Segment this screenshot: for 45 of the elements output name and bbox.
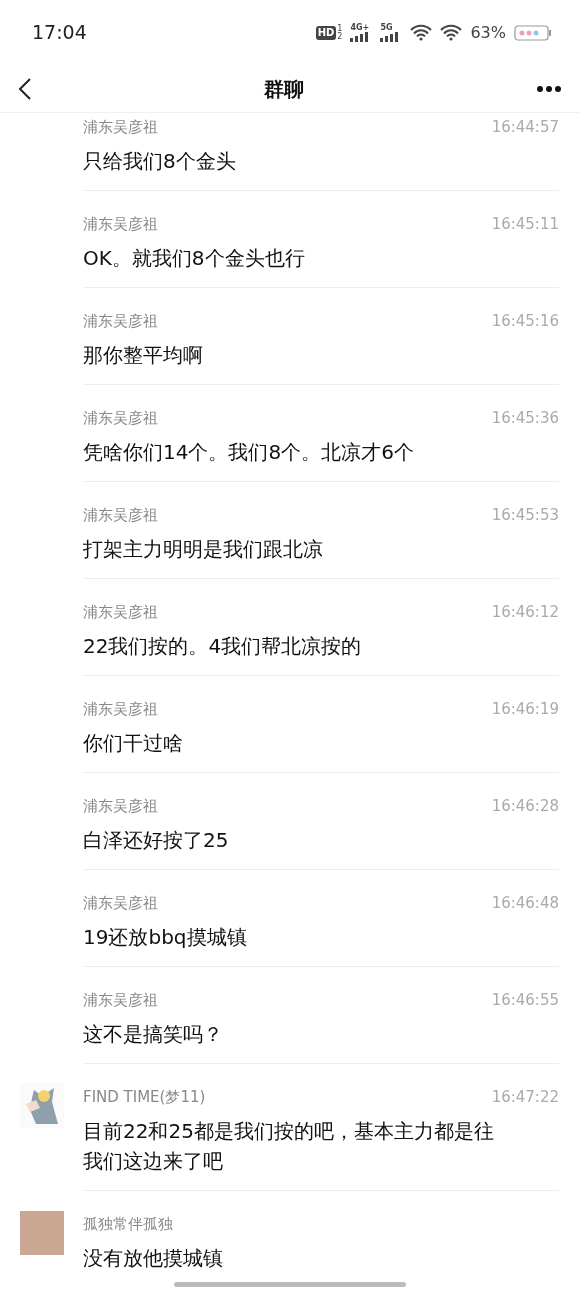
message-time: 16:45:11	[491, 213, 559, 235]
sender-name: 浦东吴彦祖	[83, 892, 158, 914]
message-text: 这不是搞笑吗？	[83, 1021, 224, 1048]
message-text: 只给我们8个金头	[83, 148, 237, 175]
sender-name: 浦东吴彦祖	[83, 795, 158, 817]
message-time: 16:46:55	[491, 989, 559, 1011]
sender-name: 浦东吴彦祖	[83, 698, 158, 720]
message-text: 打架主力明明是我们跟北凉	[83, 536, 324, 563]
back-icon[interactable]	[18, 76, 32, 101]
message-time: 16:46:19	[491, 698, 559, 720]
sender-name: FIND TIME(梦11)	[83, 1086, 206, 1108]
cellular-signal: 4G+	[350, 23, 373, 42]
message-text: 那你整平均啊	[83, 342, 204, 369]
cellular-signal: 5G	[380, 23, 403, 42]
message-text: OK。就我们8个金头也行	[83, 245, 306, 272]
wifi-icon	[440, 24, 463, 41]
message-time: 16:44:57	[491, 116, 559, 138]
message-time: 16:47:22	[491, 1086, 559, 1108]
sender-name: 浦东吴彦祖	[83, 116, 158, 138]
message-text: 白泽还好按了25	[83, 827, 230, 854]
message-time: 16:46:28	[491, 795, 559, 817]
status-time: 17:04	[32, 20, 87, 46]
message-time: 16:45:36	[491, 407, 559, 429]
sender-name: 浦东吴彦祖	[83, 213, 158, 235]
message-text: 你们干过啥	[83, 730, 184, 757]
sender-name: 孤独常伴孤独	[83, 1213, 173, 1235]
message-time: 16:46:48	[491, 892, 559, 914]
sender-name: 浦东吴彦祖	[83, 407, 158, 429]
sender-name: 浦东吴彦祖	[83, 989, 158, 1011]
chat-title: 群聊	[264, 75, 304, 103]
sender-name: 浦东吴彦祖	[83, 310, 158, 332]
message-text: 凭啥你们14个。我们8个。北凉才6个	[83, 439, 415, 466]
wifi-icon	[410, 24, 433, 41]
more-icon[interactable]	[536, 84, 562, 93]
message-text: 19还放bbq摸城镇	[83, 924, 248, 951]
message-time: 16:45:16	[491, 310, 559, 332]
message-time: 16:45:53	[491, 504, 559, 526]
message-time: 16:46:12	[491, 601, 559, 623]
message-text: 目前22和25都是我们按的吧，基本主力都是往我们这边来了吧	[83, 1118, 495, 1175]
sender-name: 浦东吴彦祖	[83, 601, 158, 623]
message-text: 没有放他摸城镇	[83, 1245, 224, 1272]
message-text: 22我们按的。4我们帮北凉按的	[83, 633, 363, 660]
battery-icon	[514, 24, 552, 41]
battery-percent: 63%	[470, 21, 506, 44]
sender-name: 浦东吴彦祖	[83, 504, 158, 526]
